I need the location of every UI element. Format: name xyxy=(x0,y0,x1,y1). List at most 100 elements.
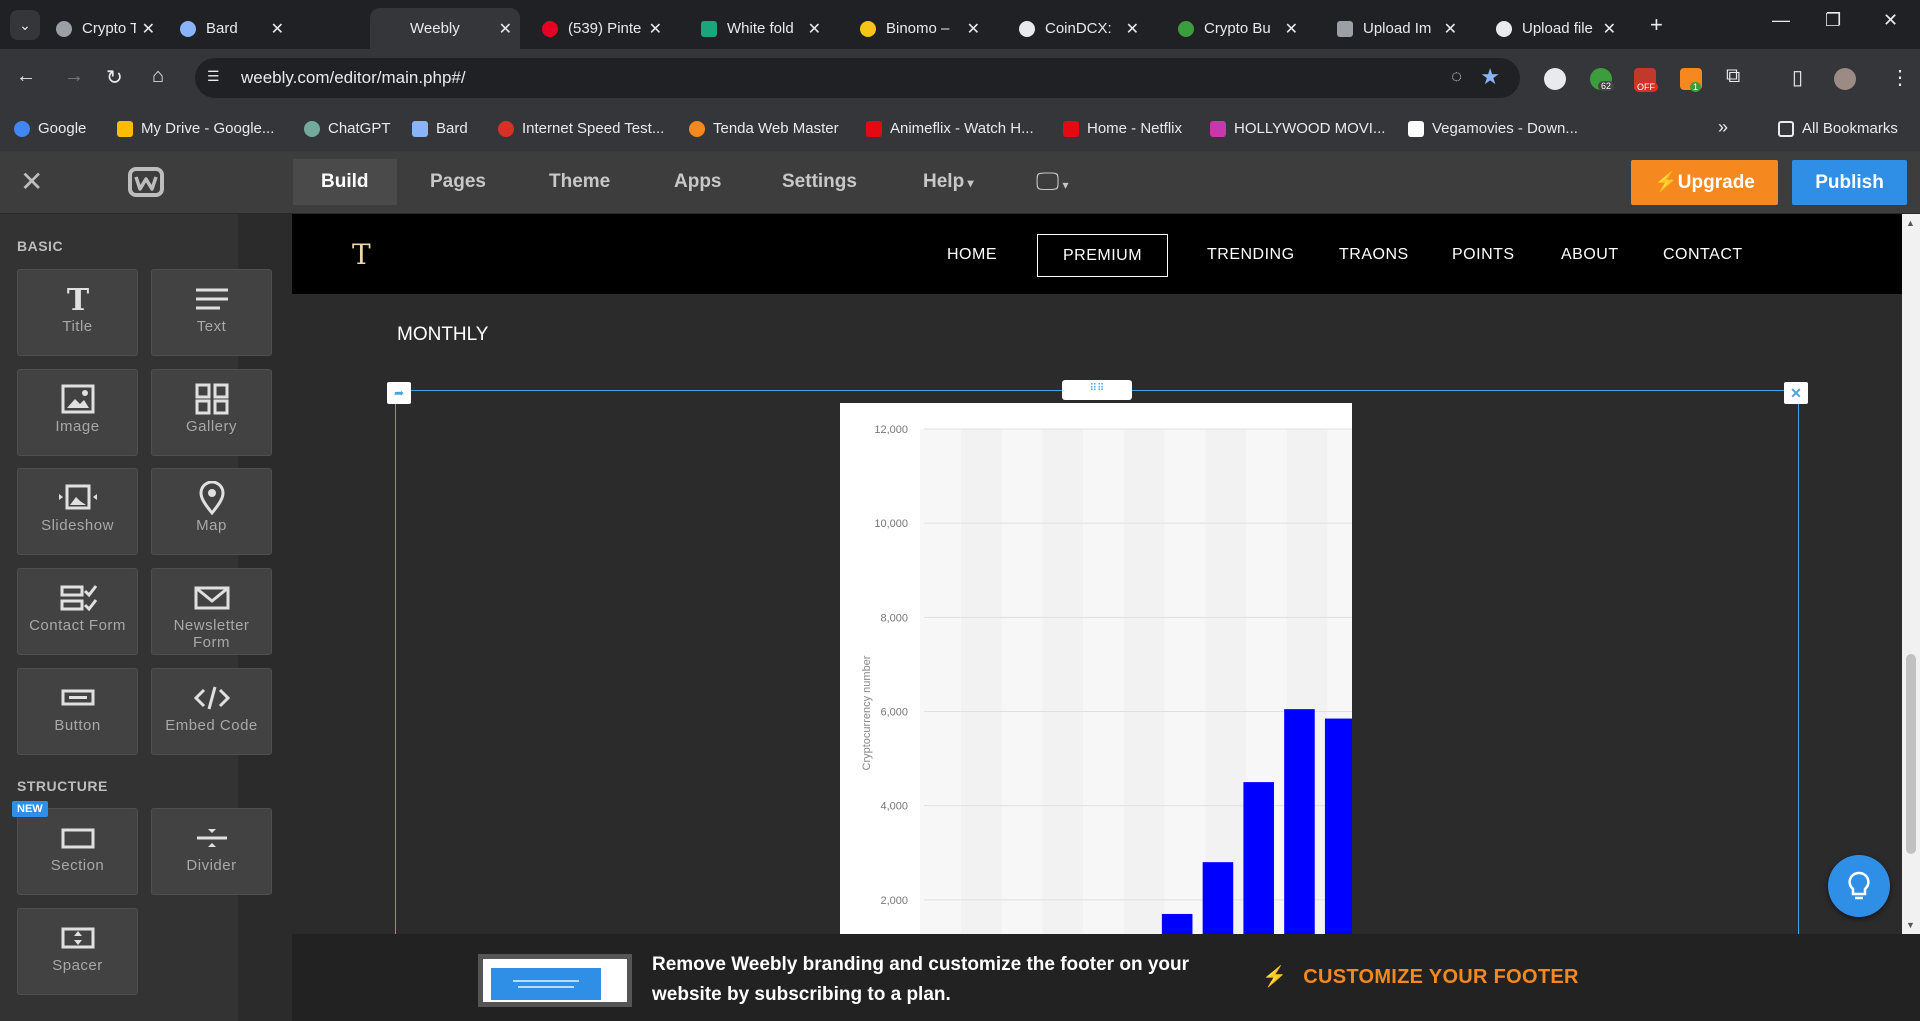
reload-icon[interactable]: ↻ xyxy=(106,65,123,90)
canvas-scrollbar[interactable]: ▲ ▼ xyxy=(1902,214,1920,934)
site-info-icon[interactable]: ☰ xyxy=(207,68,227,88)
element-spacer[interactable]: Spacer xyxy=(17,908,138,995)
browser-tab[interactable]: Upload file ✕ xyxy=(1488,8,1624,49)
back-icon[interactable]: ← xyxy=(16,65,36,88)
close-editor-icon[interactable]: ✕ xyxy=(20,165,43,198)
tab-build[interactable]: Build xyxy=(293,159,397,205)
tab-help-label: Help xyxy=(923,171,965,192)
home-icon[interactable]: ⌂ xyxy=(152,65,164,88)
drag-handle[interactable]: ⠿⠿ xyxy=(1062,380,1132,400)
tab-close-icon[interactable]: ✕ xyxy=(1444,19,1457,39)
delete-element-icon[interactable]: ✕ xyxy=(1784,382,1808,404)
element-divider[interactable]: Divider xyxy=(151,808,272,895)
page-heading[interactable]: MONTHLY xyxy=(397,324,488,346)
tab-settings[interactable]: Settings xyxy=(754,159,885,205)
site-nav-about[interactable]: ABOUT xyxy=(1536,234,1644,277)
tab-pages[interactable]: Pages xyxy=(402,159,514,205)
site-logo[interactable]: T xyxy=(352,238,371,271)
speed-extension-icon[interactable] xyxy=(1544,68,1566,90)
element-embed-code[interactable]: Embed Code xyxy=(151,668,272,755)
site-nav-premium[interactable]: PREMIUM xyxy=(1037,234,1169,277)
lightbulb-help-button[interactable] xyxy=(1828,855,1890,917)
device-preview-icon[interactable]: 🖵 ▾ xyxy=(1036,168,1069,196)
tab-close-icon[interactable]: ✕ xyxy=(499,19,512,39)
tab-close-icon[interactable]: ✕ xyxy=(808,19,821,39)
slideshow-icon xyxy=(58,484,97,510)
url-text[interactable]: weebly.com/editor/main.php#/ xyxy=(241,68,466,88)
chart-image[interactable]: 2,000 4,000 6,000 8,000 10,000 12,000 Cryptocu… xyxy=(840,403,1352,934)
element-newsletter-form[interactable]: Newsletter Form xyxy=(151,568,272,655)
customize-footer-link[interactable]: ⚡ CUSTOMIZE YOUR FOOTER xyxy=(1262,964,1579,989)
browser-tab-active[interactable]: Weebly ✕ xyxy=(370,8,520,49)
tab-close-icon[interactable]: ✕ xyxy=(649,19,662,39)
restore-icon[interactable]: ❐ xyxy=(1825,10,1841,31)
bookmark-item[interactable]: Vegamovies - Down... xyxy=(1408,120,1578,137)
all-bookmarks[interactable]: All Bookmarks xyxy=(1778,120,1898,137)
bookmark-item[interactable]: Tenda Web Master xyxy=(689,120,839,137)
browser-tab[interactable]: Bard ✕ xyxy=(172,8,292,49)
site-nav-traons[interactable]: TRAONS xyxy=(1314,234,1434,277)
bookmark-item[interactable]: ChatGPT xyxy=(304,120,391,137)
browser-tab[interactable]: Crypto Bu ✕ xyxy=(1170,8,1306,49)
tab-close-icon[interactable]: ✕ xyxy=(271,19,284,39)
element-slideshow[interactable]: Slideshow xyxy=(17,468,138,555)
browser-tab[interactable]: Crypto Tre ✕ xyxy=(48,8,163,49)
tab-theme[interactable]: Theme xyxy=(521,159,638,205)
publish-button[interactable]: Publish xyxy=(1792,160,1907,205)
chart-band xyxy=(1123,429,1165,934)
element-gallery[interactable]: Gallery xyxy=(151,369,272,456)
scrollbar-thumb[interactable] xyxy=(1906,654,1916,854)
address-bar[interactable]: ☰ weebly.com/editor/main.php#/ ◌ ★ xyxy=(195,58,1520,98)
tab-help[interactable]: Help ▾ xyxy=(895,159,1002,205)
browser-tab[interactable]: Upload Im ✕ xyxy=(1329,8,1465,49)
element-contact-form[interactable]: Contact Form xyxy=(17,568,138,655)
element-image[interactable]: Image xyxy=(17,369,138,456)
bookmark-item[interactable]: Animeflix - Watch H... xyxy=(866,120,1034,137)
weebly-logo[interactable] xyxy=(128,163,164,199)
site-nav-home[interactable]: HOME xyxy=(922,234,1022,277)
bookmark-item[interactable]: My Drive - Google... xyxy=(117,120,274,137)
browser-tab[interactable]: White fold ✕ xyxy=(693,8,829,49)
element-section[interactable]: Section xyxy=(17,808,138,895)
tab-close-icon[interactable]: ✕ xyxy=(1603,19,1616,39)
new-tab-button[interactable]: + xyxy=(1650,12,1663,38)
link-element-icon[interactable]: ➦ xyxy=(387,382,411,404)
bookmark-item[interactable]: Home - Netflix xyxy=(1063,120,1182,137)
window-close-icon[interactable]: ✕ xyxy=(1883,10,1898,31)
bookmark-item[interactable]: HOLLYWOOD MOVI... xyxy=(1210,120,1385,137)
minimize-icon[interactable]: — xyxy=(1772,10,1790,31)
puzzle-icon[interactable]: ⧉ xyxy=(1726,65,1740,88)
tab-close-icon[interactable]: ✕ xyxy=(1126,19,1139,39)
bookmark-item[interactable]: Internet Speed Test... xyxy=(498,120,664,137)
menu-icon[interactable]: ⋮ xyxy=(1890,65,1910,90)
site-nav-contact[interactable]: CONTACT xyxy=(1638,234,1768,277)
editor-canvas[interactable]: T HOME PREMIUM TRENDING TRAONS POINTS AB… xyxy=(292,214,1902,934)
element-map[interactable]: Map xyxy=(151,468,272,555)
browser-tab[interactable]: (539) Pinte ✕ xyxy=(534,8,670,49)
forward-icon[interactable]: → xyxy=(64,65,84,88)
scroll-up-icon[interactable]: ▲ xyxy=(1906,218,1915,228)
tab-close-icon[interactable]: ✕ xyxy=(967,19,980,39)
site-nav-trending[interactable]: TRENDING xyxy=(1182,234,1320,277)
tab-apps[interactable]: Apps xyxy=(646,159,750,205)
scroll-down-icon[interactable]: ▼ xyxy=(1906,920,1915,930)
bookmark-item[interactable]: Bard xyxy=(412,120,468,137)
extension-badge: OFF xyxy=(1634,82,1658,92)
tab-close-icon[interactable]: ✕ xyxy=(1285,19,1298,39)
tab-close-icon[interactable]: ✕ xyxy=(142,19,155,39)
side-panel-icon[interactable]: ▯ xyxy=(1792,65,1803,90)
bookmark-star-icon[interactable]: ★ xyxy=(1480,64,1500,90)
element-title[interactable]: T Title xyxy=(17,269,138,356)
element-text[interactable]: Text xyxy=(151,269,272,356)
browser-tab[interactable]: CoinDCX: ✕ xyxy=(1011,8,1147,49)
bookmark-item[interactable]: Google xyxy=(14,120,86,137)
site-nav-points[interactable]: POINTS xyxy=(1427,234,1540,277)
browser-tab[interactable]: Binomo – ✕ xyxy=(852,8,988,49)
bookmarks-overflow-icon[interactable]: » xyxy=(1718,117,1728,138)
tab-search-button[interactable]: ⌄ xyxy=(10,10,40,40)
element-button[interactable]: Button xyxy=(17,668,138,755)
avatar[interactable] xyxy=(1834,68,1856,90)
upgrade-button[interactable]: ⚡Upgrade xyxy=(1631,160,1778,205)
y-axis-label: Cryptocurrency number xyxy=(861,655,873,770)
eye-off-icon[interactable]: ◌ xyxy=(1451,66,1462,87)
